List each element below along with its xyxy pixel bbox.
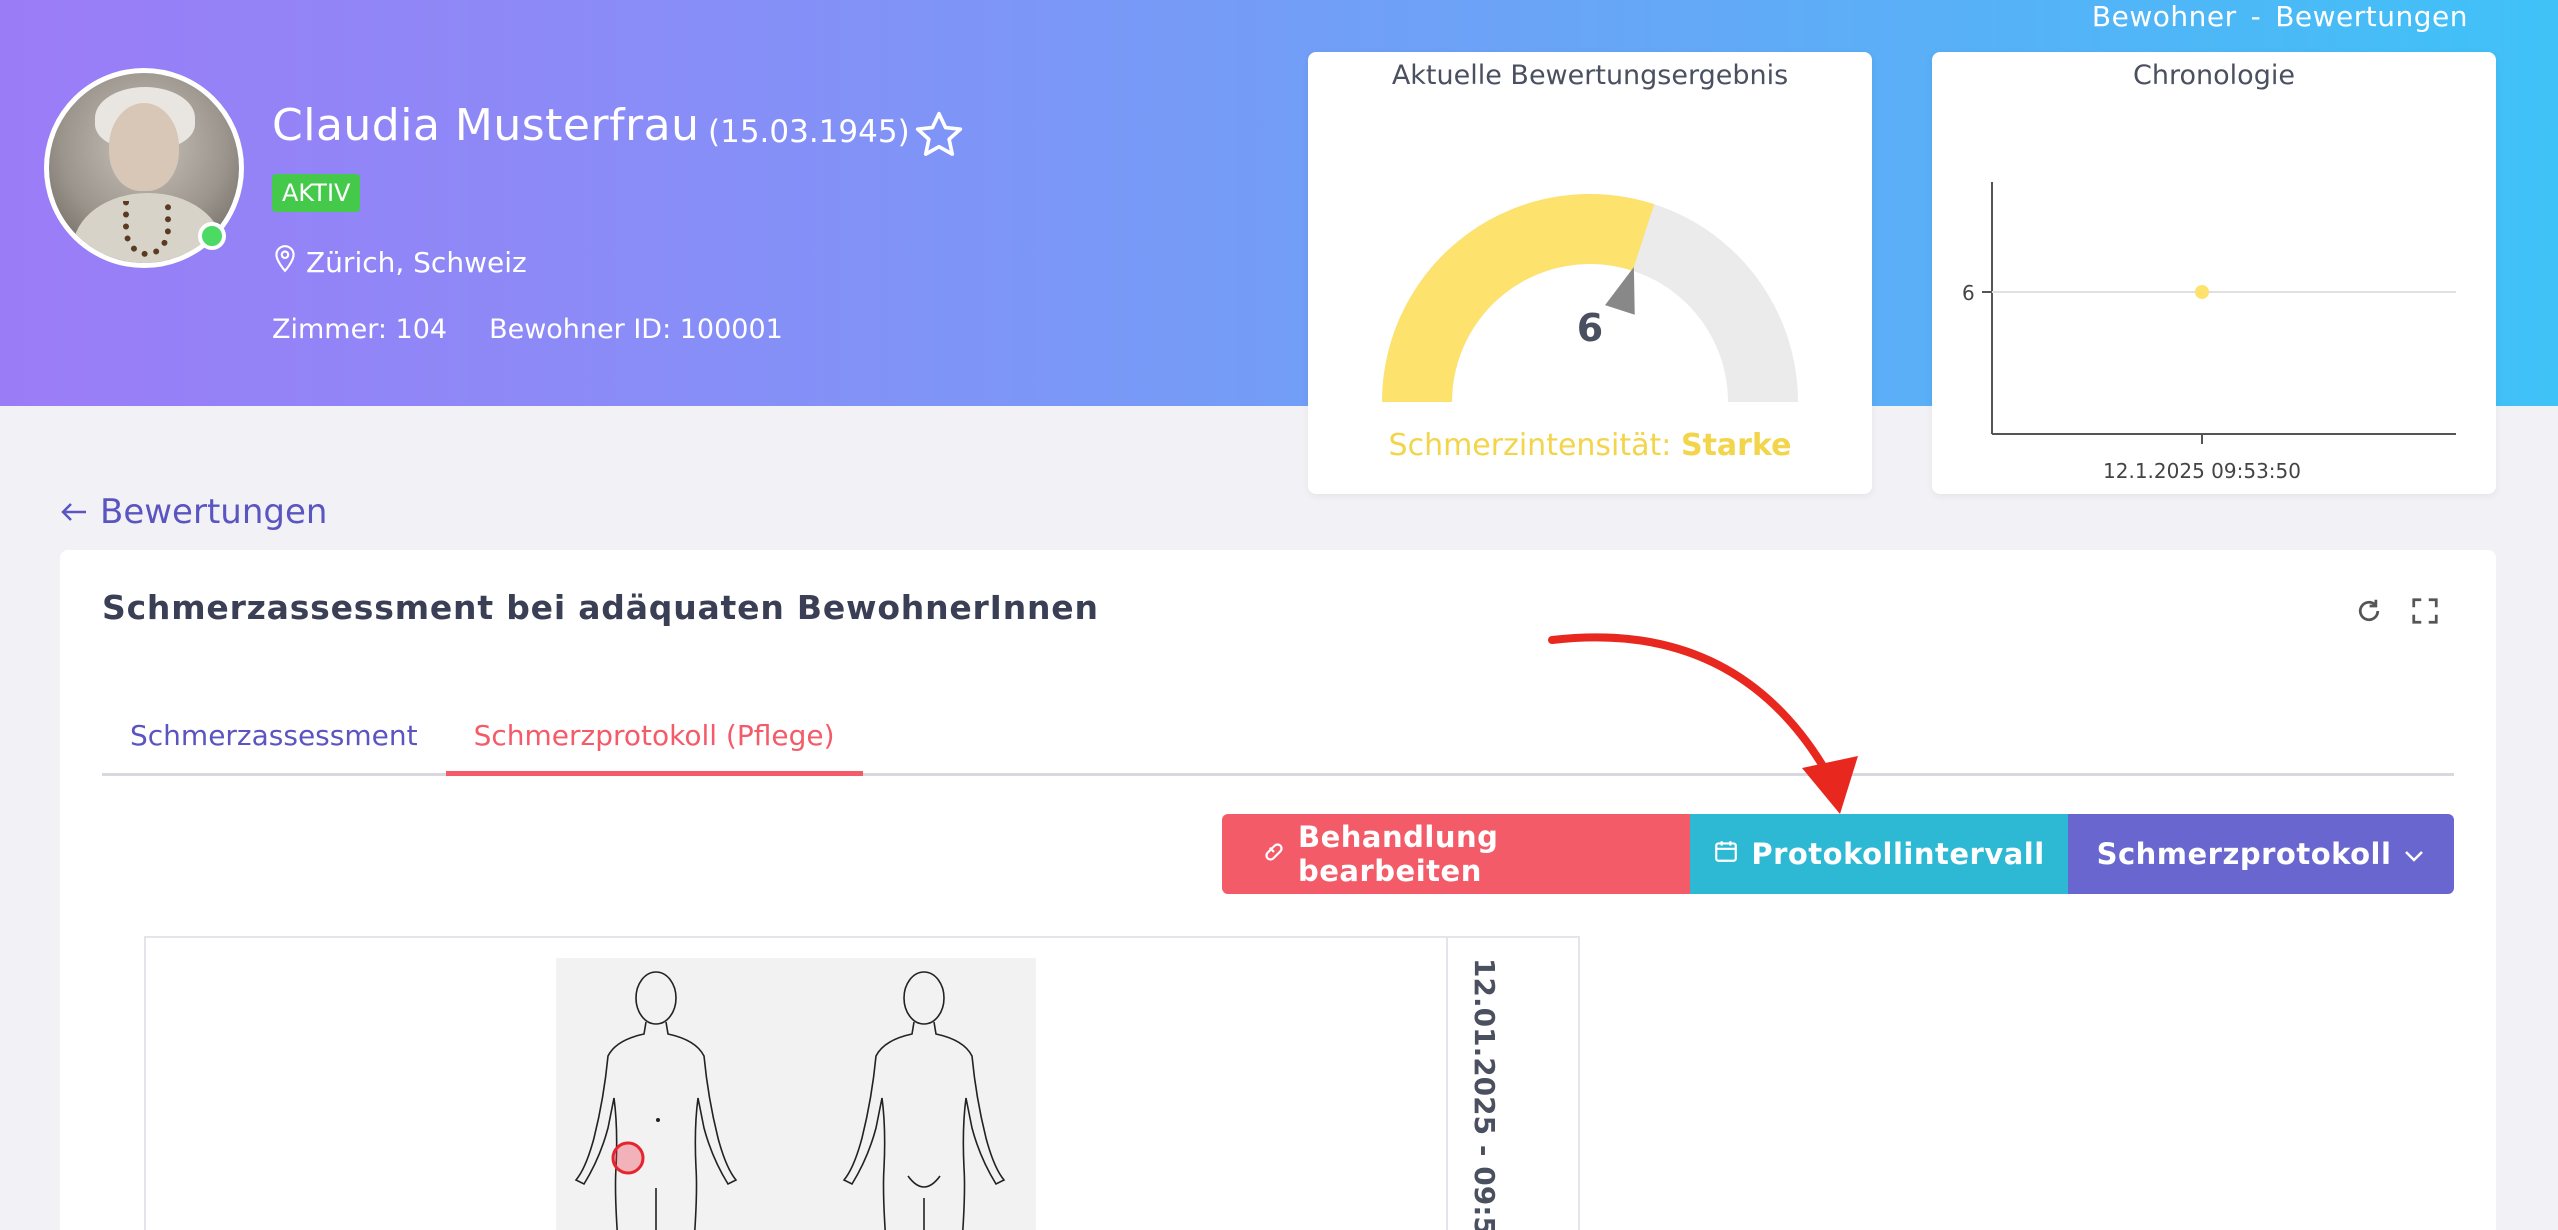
status-badge: AKTIV <box>272 174 361 212</box>
body-map[interactable] <box>556 958 1036 1230</box>
location-pin-icon <box>272 244 298 281</box>
refresh-icon[interactable] <box>2354 596 2384 630</box>
protocol-interval-label: Protokollintervall <box>1751 837 2045 871</box>
breadcrumb-separator: - <box>2250 0 2262 33</box>
tab-schmerzprotokoll[interactable]: Schmerzprotokoll (Pflege) <box>445 706 863 776</box>
assessment-title: Schmerzassessment bei adäquaten Bewohner… <box>102 588 1099 627</box>
x-tick-label: 12.1.2025 09:53:50 <box>2103 459 2301 483</box>
gauge-caption-label: Schmerzintensität: <box>1388 428 1672 463</box>
patient-dob: (15.03.1945) <box>708 114 910 150</box>
breadcrumb-item-bewertungen[interactable]: Bewertungen <box>2275 0 2468 33</box>
avatar-face <box>109 103 179 191</box>
online-status-dot <box>198 222 226 250</box>
chronology-title: Chronologie <box>2133 60 2295 91</box>
pain-protocol-table: 12.01.2025 - 09:53 <box>144 936 1580 1230</box>
chronology-card: Chronologie 6 12.1.2025 09:53:50 <box>1932 52 2496 494</box>
y-tick-label: 6 <box>1962 281 1975 305</box>
tab-bar: Schmerzassessment Schmerzprotokoll (Pfle… <box>102 706 2454 776</box>
patient-meta: Zimmer: 104 Bewohner ID: 100001 <box>272 314 783 345</box>
calendar-icon <box>1713 837 1739 871</box>
room-number: Zimmer: 104 <box>272 314 448 345</box>
assessment-card: Schmerzassessment bei adäquaten Bewohner… <box>60 550 2496 1230</box>
breadcrumb: Bewohner - Bewertungen <box>2092 0 2468 33</box>
pain-location-marker[interactable] <box>611 1141 645 1175</box>
annotation-arrow <box>1548 633 1858 814</box>
current-score-card: Aktuelle Bewertungsergebnis 6 Schmerzint… <box>1308 52 1872 494</box>
chronology-chart: 6 12.1.2025 09:53:50 <box>1962 182 2456 483</box>
protocol-date-column: 12.01.2025 - 09:53 <box>1446 938 1580 1230</box>
pain-gauge <box>1382 194 1798 402</box>
fullscreen-icon[interactable] <box>2410 596 2440 630</box>
star-icon[interactable] <box>912 108 966 166</box>
pain-protocol-dropdown[interactable]: Schmerzprotokoll <box>2068 814 2454 894</box>
data-point[interactable] <box>2195 285 2209 299</box>
gauge-title: Aktuelle Bewertungsergebnis <box>1391 60 1789 91</box>
tab-schmerzassessment[interactable]: Schmerzassessment <box>102 706 446 773</box>
back-link-label: Bewertungen <box>100 492 328 532</box>
pill-icon <box>1262 837 1286 871</box>
arrow-left-icon <box>60 492 88 532</box>
breadcrumb-item-bewohner[interactable]: Bewohner <box>2092 0 2237 33</box>
patient-name: Claudia Musterfrau <box>272 100 700 151</box>
resident-id: Bewohner ID: 100001 <box>489 314 783 345</box>
protocol-entry-date: 12.01.2025 - 09:53 <box>1467 958 1501 1230</box>
body-outline <box>574 971 1006 1230</box>
gauge-caption-value: Starke <box>1680 428 1792 463</box>
chevron-down-icon <box>2403 837 2425 871</box>
pain-protocol-label: Schmerzprotokoll <box>2096 837 2392 871</box>
gauge-caption: Schmerzintensität: Starke <box>1308 428 1872 463</box>
gauge-value: 6 <box>1576 306 1604 350</box>
location-text: Zürich, Schweiz <box>306 246 527 279</box>
back-link[interactable]: Bewertungen <box>60 492 327 532</box>
location: Zürich, Schweiz <box>272 244 527 281</box>
avatar-necklace <box>123 201 171 257</box>
